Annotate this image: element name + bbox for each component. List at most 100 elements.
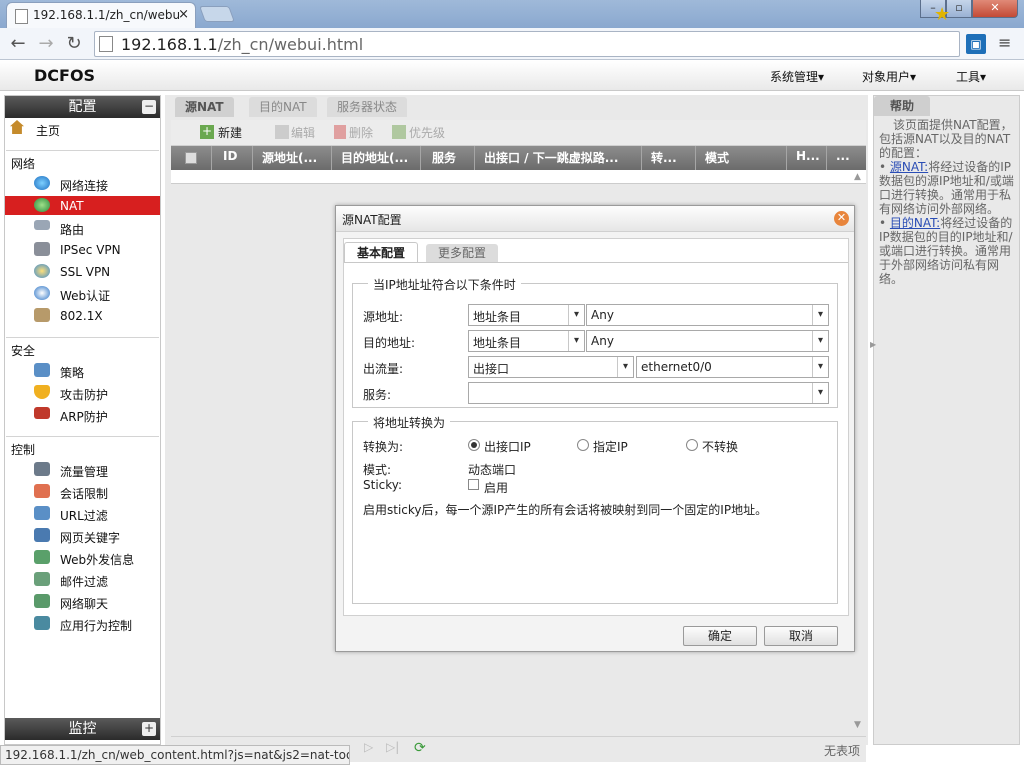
sidebar-item-keyword[interactable]: 网页关键字	[60, 529, 120, 546]
help-link-source-nat[interactable]: 源NAT:	[890, 160, 928, 174]
column-service[interactable]: 服务	[432, 149, 456, 166]
radio-no-translate-label[interactable]: 不转换	[702, 438, 738, 455]
radio-specified-ip-label[interactable]: 指定IP	[593, 438, 628, 455]
menu-system-admin[interactable]: 系统管理▾	[770, 68, 824, 85]
tab-source-nat[interactable]: 源NAT	[175, 97, 234, 117]
new-tab-button[interactable]	[199, 6, 235, 22]
policy-icon	[34, 363, 50, 377]
column-more[interactable]: ...	[836, 149, 850, 163]
dest-type-select[interactable]: 地址条目 ▾	[468, 330, 585, 352]
dest-type-value: 地址条目	[473, 336, 522, 350]
column-h[interactable]: H...	[796, 149, 820, 163]
ok-button[interactable]: 确定	[683, 626, 757, 646]
tab-server-status[interactable]: 服务器状态	[327, 97, 408, 117]
sidebar-item-ipsec[interactable]: IPSec VPN	[60, 243, 121, 257]
sidebar-item-url-filter[interactable]: URL过滤	[60, 507, 108, 524]
tab-basic-config[interactable]: 基本配置	[344, 242, 419, 262]
edit-icon	[275, 125, 289, 139]
priority-button[interactable]: 优先级	[409, 124, 445, 141]
egress-type-select[interactable]: 出接口 ▾	[468, 356, 634, 378]
sidebar-item-home[interactable]: 主页	[36, 122, 60, 139]
refresh-icon[interactable]: ⟳	[414, 740, 426, 756]
close-window-button[interactable]: ✕	[972, 0, 1018, 18]
column-divider	[641, 146, 642, 170]
tab-close-icon[interactable]: ×	[178, 7, 189, 22]
scroll-down-icon[interactable]: ▼	[854, 720, 861, 730]
browser-tab[interactable]: 192.168.1.1/zh_cn/webu ×	[6, 2, 196, 28]
select-all-checkbox[interactable]	[185, 152, 197, 164]
sidebar-item-traffic[interactable]: 流量管理	[60, 463, 108, 480]
column-divider	[786, 146, 787, 170]
tab-more-config[interactable]: 更多配置	[426, 244, 499, 262]
section-control: 控制	[11, 443, 36, 457]
sidebar-item-network[interactable]: 网络连接	[60, 177, 108, 194]
radio-specified-ip[interactable]	[577, 439, 589, 451]
nat-icon	[34, 198, 50, 212]
sidebar-item-attack-defense[interactable]: 攻击防护	[60, 386, 108, 403]
ssl-vpn-icon	[34, 264, 50, 278]
sidebar-item-8021x[interactable]: 802.1X	[60, 309, 103, 323]
cancel-button[interactable]: 取消	[764, 626, 838, 646]
browser-toolbar: ← → ↻ 192.168.1.1/zh_cn/webui.html	[0, 28, 1024, 60]
sticky-checkbox-label[interactable]: 启用	[484, 479, 508, 496]
new-button[interactable]: 新建	[218, 124, 242, 141]
source-value-select[interactable]: Any ▾	[586, 304, 829, 326]
dest-value-select[interactable]: Any ▾	[586, 330, 829, 352]
egress-interface-select[interactable]: ethernet0/0 ▾	[636, 356, 829, 378]
source-type-value: 地址条目	[473, 310, 522, 324]
column-divider	[252, 146, 253, 170]
table-body	[171, 170, 866, 184]
scroll-up-icon[interactable]: ▲	[854, 172, 861, 182]
next-page-icon[interactable]: ▷	[364, 740, 373, 754]
column-egress[interactable]: 出接口 / 下一跳虚拟路...	[484, 149, 618, 166]
sidebar-item-session-limit[interactable]: 会话限制	[60, 485, 108, 502]
browser-menu-icon[interactable]: ≡	[998, 34, 1014, 52]
radio-egress-ip[interactable]	[468, 439, 480, 451]
sidebar-item-app-control[interactable]: 应用行为控制	[60, 617, 132, 634]
reload-icon[interactable]: ↻	[62, 32, 86, 56]
menu-object-users[interactable]: 对象用户▾	[862, 68, 916, 85]
collapse-arrow-icon[interactable]: ▶	[870, 340, 876, 349]
column-source[interactable]: 源地址(...	[262, 149, 317, 166]
last-page-icon[interactable]: ▷|	[386, 740, 399, 754]
sidebar-item-arp-defense[interactable]: ARP防护	[60, 408, 108, 425]
source-value: Any	[591, 308, 614, 322]
column-translate[interactable]: 转...	[651, 149, 677, 166]
column-id[interactable]: ID	[223, 149, 237, 163]
radio-no-translate[interactable]	[686, 439, 698, 451]
sidebar-item-policy[interactable]: 策略	[60, 364, 84, 381]
menu-tools[interactable]: 工具▾	[956, 68, 986, 85]
radio-egress-ip-label[interactable]: 出接口IP	[484, 438, 531, 455]
chevron-down-icon: ▾	[812, 357, 828, 377]
sidebar-item-chat[interactable]: 网络聊天	[60, 595, 108, 612]
forward-arrow-icon[interactable]: →	[34, 32, 58, 56]
tab-dest-nat[interactable]: 目的NAT	[249, 97, 317, 117]
sidebar-item-nat[interactable]: NAT	[60, 199, 84, 213]
url-filter-icon	[34, 506, 50, 520]
bookmark-star-icon[interactable]: ★	[934, 4, 950, 25]
help-link-dest-nat[interactable]: 目的NAT:	[890, 216, 940, 230]
source-type-select[interactable]: 地址条目 ▾	[468, 304, 585, 326]
sticky-checkbox[interactable]	[468, 479, 479, 490]
add-icon: +	[200, 124, 214, 139]
url-host: 192.168.1.1	[121, 35, 218, 54]
dialog-close-icon[interactable]: ✕	[834, 211, 849, 226]
collapse-button[interactable]: −	[142, 100, 156, 114]
column-destination[interactable]: 目的地址(...	[341, 149, 408, 166]
expand-button[interactable]: +	[142, 722, 156, 736]
back-arrow-icon[interactable]: ←	[6, 32, 30, 56]
delete-button[interactable]: 删除	[349, 124, 373, 141]
session-limit-icon	[34, 484, 50, 498]
service-label: 服务:	[363, 388, 392, 402]
column-mode[interactable]: 模式	[705, 149, 729, 166]
sidebar-item-mail-filter[interactable]: 邮件过滤	[60, 573, 108, 590]
divider	[6, 150, 159, 151]
edit-button[interactable]: 编辑	[291, 124, 315, 141]
sidebar-item-web-auth[interactable]: Web认证	[60, 287, 110, 304]
address-bar[interactable]: 192.168.1.1/zh_cn/webui.html	[94, 31, 960, 57]
service-select[interactable]: ▾	[468, 382, 829, 404]
sidebar-item-web-outbound[interactable]: Web外发信息	[60, 551, 134, 568]
sidebar-item-ssl-vpn[interactable]: SSL VPN	[60, 265, 110, 279]
sidebar-item-routing[interactable]: 路由	[60, 221, 84, 238]
extension-icon[interactable]: ▣	[966, 34, 986, 54]
